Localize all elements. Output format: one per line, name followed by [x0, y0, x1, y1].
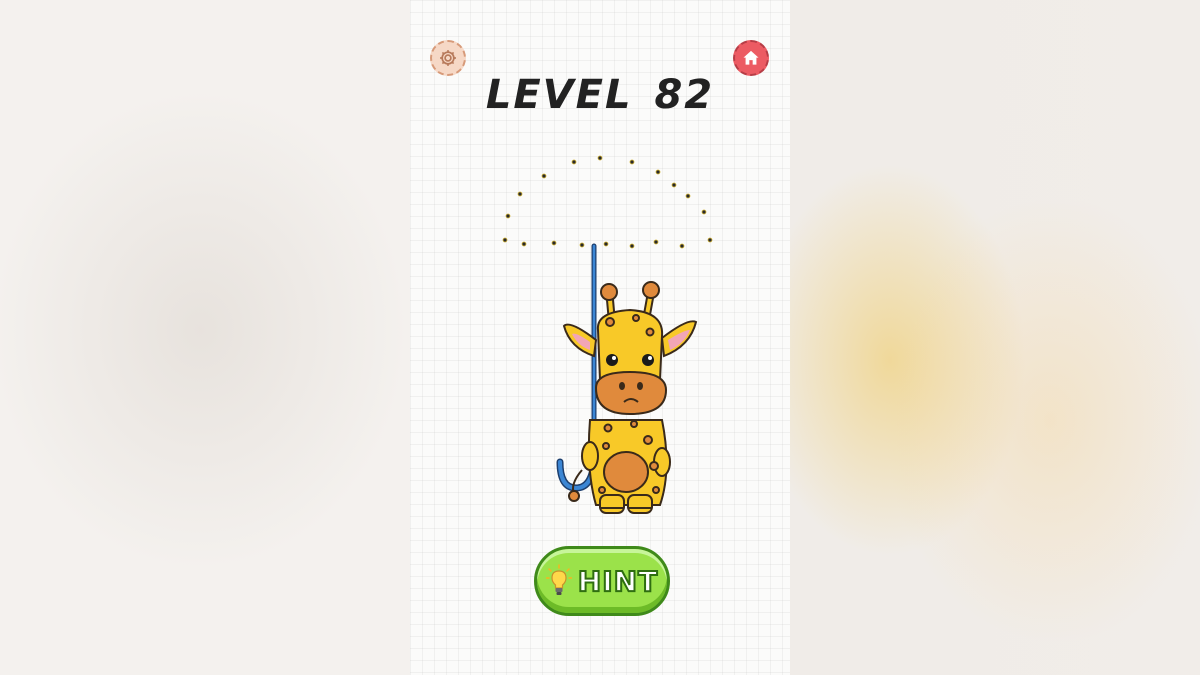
umbrella-outline-dots[interactable] — [502, 155, 713, 249]
giraffe-character — [562, 281, 698, 514]
background-blur-left — [0, 0, 410, 675]
hint-label: HINT — [577, 564, 659, 599]
lightbulb-icon — [545, 564, 572, 595]
game-screen[interactable]: LEVEL 82 HINT — [410, 0, 790, 675]
hint-button[interactable]: HINT — [534, 546, 670, 616]
